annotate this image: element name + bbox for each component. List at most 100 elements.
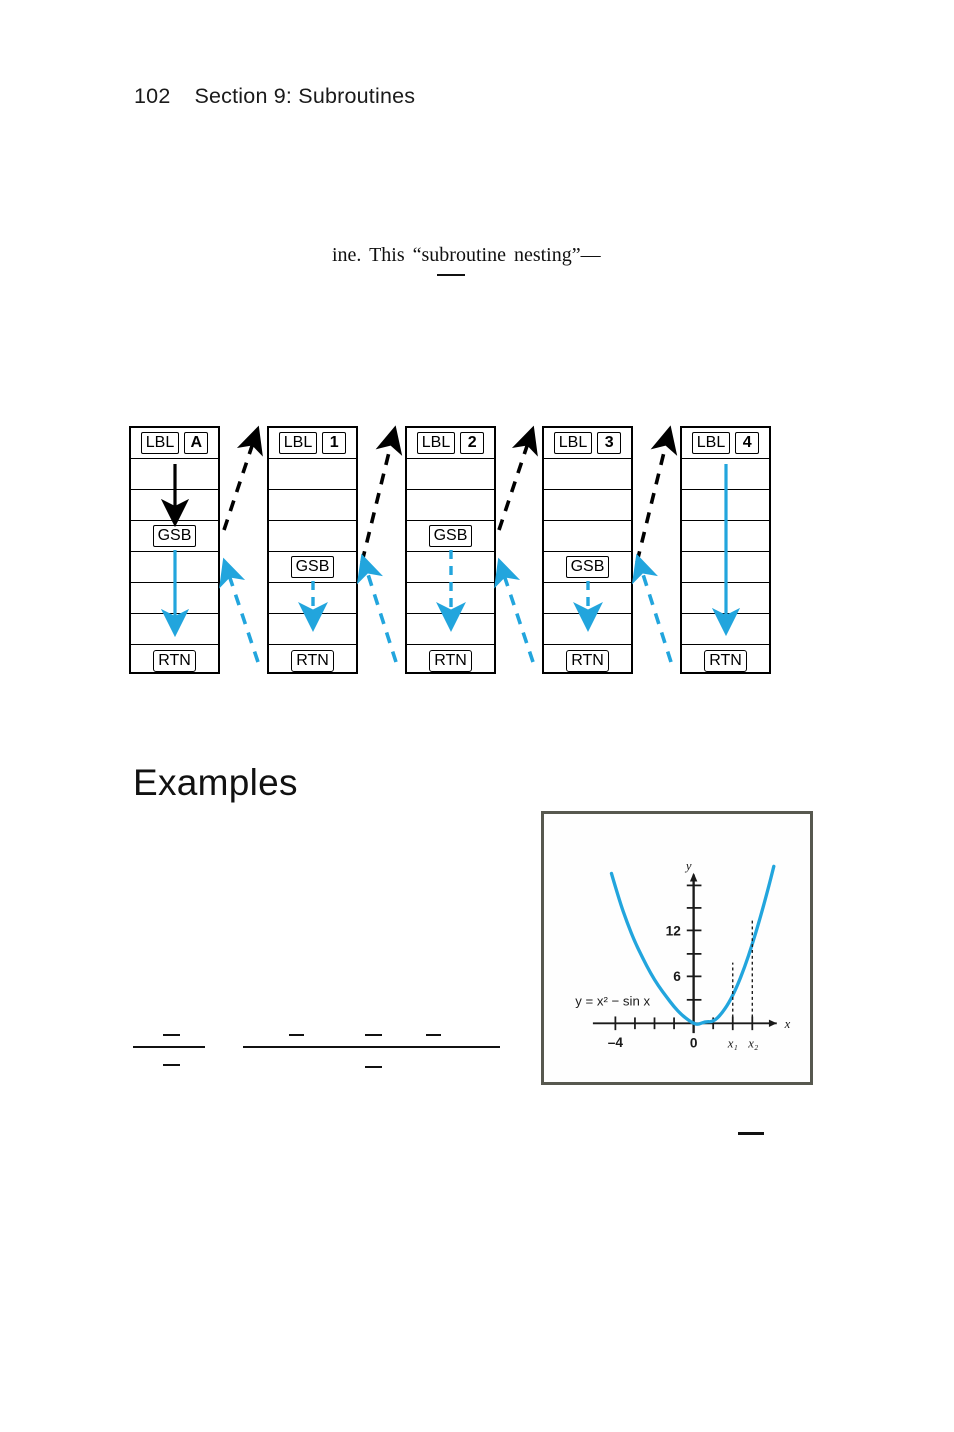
- program-row: [544, 521, 631, 552]
- key-gsb[interactable]: GSB: [428, 525, 473, 547]
- program-row: [269, 521, 356, 552]
- redaction-rule: [289, 1034, 304, 1037]
- program-row: [407, 552, 494, 583]
- program-row: [131, 552, 218, 583]
- program-row: [682, 583, 769, 614]
- key-rtn[interactable]: RTN: [429, 649, 472, 672]
- program-row: [407, 614, 494, 645]
- figure-x-axis-label: x: [784, 1017, 791, 1031]
- program-column-a: LBL A GSB RTN: [129, 426, 220, 674]
- program-row: GSB: [407, 521, 494, 552]
- program-row: [544, 459, 631, 490]
- page-header: 102 Section 9: Subroutines: [134, 84, 415, 109]
- redaction-rule: [133, 1046, 205, 1049]
- program-row: [544, 490, 631, 521]
- program-row: RTN: [544, 645, 631, 676]
- redaction-rule: [365, 1034, 382, 1037]
- program-row: [682, 490, 769, 521]
- key-gsb[interactable]: GSB: [290, 556, 335, 578]
- program-column-1: LBL 1 GSB RTN: [267, 426, 358, 674]
- figure-svg: y x 12 6 –4 0 x₁ x₂ y = x² − sin x: [575, 859, 791, 1051]
- examples-heading: Examples: [133, 762, 298, 803]
- key-lbl[interactable]: LBL: [278, 432, 318, 454]
- redaction-rule: [426, 1034, 441, 1037]
- key-label-argument[interactable]: 4: [735, 432, 760, 454]
- return-arrow-3-to-2: [494, 557, 535, 663]
- program-row: [269, 614, 356, 645]
- body-text-fragment: ine. This “subroutine nesting”—: [332, 244, 601, 266]
- program-row: [131, 614, 218, 645]
- redaction-rule: [365, 1066, 382, 1069]
- program-row: [682, 521, 769, 552]
- key-label-argument[interactable]: A: [184, 432, 209, 454]
- figure-y-tick-12: 12: [666, 923, 682, 938]
- key-rtn[interactable]: RTN: [704, 649, 747, 672]
- program-row: [269, 490, 356, 521]
- figure-parabola-graph: y x 12 6 –4 0 x₁ x₂ y = x² − sin x: [541, 811, 813, 1085]
- key-lbl[interactable]: LBL: [691, 432, 731, 454]
- program-row: GSB: [131, 521, 218, 552]
- program-column-4: LBL 4 RTN: [680, 426, 771, 674]
- program-row: GSB: [269, 552, 356, 583]
- key-label-argument[interactable]: 2: [460, 432, 485, 454]
- program-row: LBL 1: [269, 428, 356, 459]
- figure-x-tick-neg4: –4: [608, 1035, 624, 1050]
- program-row: RTN: [131, 645, 218, 676]
- redaction-rule: [738, 1132, 764, 1135]
- figure-equation-label: y = x² − sin x: [575, 994, 650, 1009]
- program-row: LBL 2: [407, 428, 494, 459]
- page-number: 102: [134, 84, 171, 108]
- program-row: [682, 459, 769, 490]
- redaction-rule: [243, 1046, 500, 1049]
- program-column-2: LBL 2 GSB RTN: [405, 426, 496, 674]
- redaction-rule: [437, 274, 465, 277]
- redaction-rule: [163, 1064, 180, 1067]
- program-row: RTN: [269, 645, 356, 676]
- key-gsb[interactable]: GSB: [565, 556, 610, 578]
- program-row: RTN: [682, 645, 769, 676]
- figure-y-tick-6: 6: [673, 969, 681, 984]
- return-arrow-4-to-3: [631, 553, 673, 663]
- program-row: GSB: [544, 552, 631, 583]
- figure-x-tick-x1: x₁: [727, 1037, 738, 1051]
- key-rtn[interactable]: RTN: [566, 649, 609, 672]
- return-arrow-2-to-1: [356, 553, 398, 663]
- program-column-3: LBL 3 GSB RTN: [542, 426, 633, 674]
- program-row: [544, 614, 631, 645]
- program-row: [682, 614, 769, 645]
- program-row: [131, 490, 218, 521]
- program-row: [269, 583, 356, 614]
- key-lbl[interactable]: LBL: [140, 432, 180, 454]
- key-lbl[interactable]: LBL: [416, 432, 456, 454]
- program-row: [269, 459, 356, 490]
- call-arrow-3-to-4: [635, 425, 678, 563]
- call-arrow-a-to-1: [222, 425, 263, 531]
- diagram-arrows: [160, 425, 741, 663]
- key-label-argument[interactable]: 3: [597, 432, 622, 454]
- program-row: LBL A: [131, 428, 218, 459]
- program-row: LBL 4: [682, 428, 769, 459]
- figure-y-axis-label: y: [684, 859, 692, 873]
- key-rtn[interactable]: RTN: [291, 649, 334, 672]
- program-row: RTN: [407, 645, 494, 676]
- redaction-rule: [163, 1034, 180, 1037]
- return-arrow-1-to-a: [219, 557, 260, 663]
- program-row: [131, 459, 218, 490]
- program-row: [407, 583, 494, 614]
- key-lbl[interactable]: LBL: [553, 432, 593, 454]
- figure-x-tick-zero: 0: [690, 1036, 698, 1051]
- key-rtn[interactable]: RTN: [153, 649, 196, 672]
- program-row: LBL 3: [544, 428, 631, 459]
- program-row: [407, 459, 494, 490]
- program-row: [407, 490, 494, 521]
- call-arrow-1-to-2: [360, 425, 403, 563]
- section-title: Section 9: Subroutines: [194, 84, 416, 108]
- figure-x-tick-x2: x₂: [747, 1037, 759, 1051]
- key-gsb[interactable]: GSB: [152, 525, 197, 547]
- program-row: [682, 552, 769, 583]
- program-row: [131, 583, 218, 614]
- program-row: [544, 583, 631, 614]
- key-label-argument[interactable]: 1: [322, 432, 347, 454]
- call-arrow-2-to-3: [497, 425, 538, 531]
- subroutine-nesting-diagram: LBL A GSB RTN LBL 1 GSB RTN LBL 2 GSB RTN LBL 3 GSB RTN…: [0, 0, 954, 1432]
